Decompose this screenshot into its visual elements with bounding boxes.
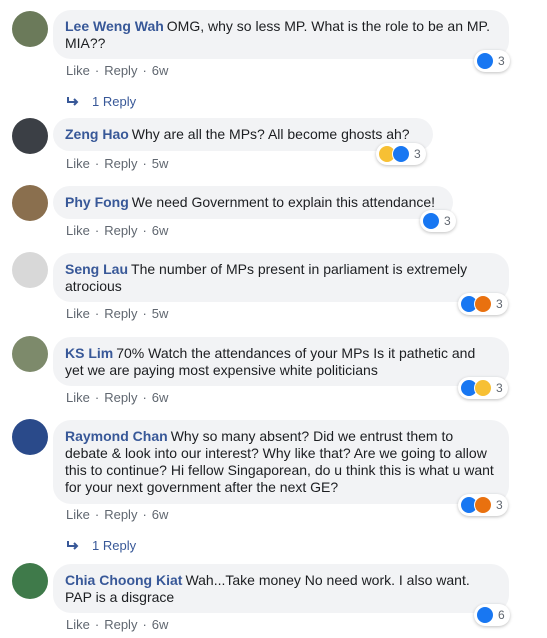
reply-link[interactable]: Reply	[104, 63, 137, 78]
reply-link[interactable]: Reply	[104, 306, 137, 321]
comment-bubble: Raymond Chan Why so many absent? Did we e…	[53, 420, 509, 504]
haha-icon	[474, 379, 492, 397]
timestamp[interactable]: 5w	[152, 306, 169, 321]
comment-bubble: Phy Fong We need Government to explain th…	[53, 186, 453, 219]
comment-actions: Like · Reply · 5w	[66, 156, 169, 171]
avatar[interactable]	[12, 563, 48, 599]
comment-bubble: Seng Lau The number of MPs present in par…	[53, 253, 509, 302]
comment-bubble: Chia Choong Kiat Wah...Take money No need…	[53, 564, 509, 613]
reaction-count: 3	[496, 297, 503, 311]
timestamp[interactable]: 5w	[152, 156, 169, 171]
avatar[interactable]	[12, 336, 48, 372]
avatar[interactable]	[12, 118, 48, 154]
comment-actions: Like · Reply · 6w	[66, 390, 169, 405]
like-link[interactable]: Like	[66, 390, 90, 405]
angry-icon	[474, 496, 492, 514]
comment-author[interactable]: Zeng Hao	[65, 126, 129, 142]
reaction-summary[interactable]: 3	[458, 377, 508, 399]
comment-text: Why are all the MPs? All become ghosts a…	[131, 126, 410, 142]
angry-icon	[474, 295, 492, 313]
comment-text: 70% Watch the attendances of your MPs Is…	[65, 345, 476, 378]
comment-author[interactable]: Phy Fong	[65, 194, 129, 210]
like-icon	[392, 145, 410, 163]
reaction-count: 3	[496, 381, 503, 395]
comment-author[interactable]: Seng Lau	[65, 261, 128, 277]
view-replies-link[interactable]: 1 Reply	[66, 94, 136, 109]
reaction-summary[interactable]: 3	[458, 293, 508, 315]
comment-actions: Like · Reply · 6w	[66, 507, 169, 522]
reply-arrow-icon	[67, 96, 79, 106]
avatar[interactable]	[12, 419, 48, 455]
comment-actions: Like · Reply · 6w	[66, 617, 169, 632]
comment-text: We need Government to explain this atten…	[131, 194, 436, 210]
view-replies-link[interactable]: 1 Reply	[66, 538, 136, 553]
timestamp[interactable]: 6w	[152, 617, 169, 632]
view-replies-label: 1 Reply	[92, 538, 137, 553]
like-link[interactable]: Like	[66, 306, 90, 321]
like-icon	[422, 212, 440, 230]
comment-author[interactable]: Chia Choong Kiat	[65, 572, 182, 588]
reply-link[interactable]: Reply	[104, 390, 137, 405]
comment-actions: Like · Reply · 5w	[66, 306, 169, 321]
comment-bubble: KS Lim 70% Watch the attendances of your …	[53, 337, 509, 386]
timestamp[interactable]: 6w	[152, 507, 169, 522]
timestamp[interactable]: 6w	[152, 390, 169, 405]
timestamp[interactable]: 6w	[152, 63, 169, 78]
like-icon	[476, 52, 494, 70]
reaction-summary[interactable]: 3	[474, 50, 510, 72]
reaction-summary[interactable]: 6	[474, 604, 510, 626]
avatar[interactable]	[12, 185, 48, 221]
reaction-summary[interactable]: 3	[458, 494, 508, 516]
reaction-count: 3	[496, 498, 503, 512]
like-link[interactable]: Like	[66, 63, 90, 78]
view-replies-label: 1 Reply	[92, 94, 137, 109]
reply-link[interactable]: Reply	[104, 507, 137, 522]
reply-link[interactable]: Reply	[104, 223, 137, 238]
reaction-count: 3	[498, 54, 505, 68]
reaction-count: 3	[444, 214, 451, 228]
like-link[interactable]: Like	[66, 507, 90, 522]
timestamp[interactable]: 6w	[152, 223, 169, 238]
comment-bubble: Zeng Hao Why are all the MPs? All become …	[53, 118, 433, 151]
reaction-summary[interactable]: 3	[420, 210, 456, 232]
reaction-summary[interactable]: 3	[376, 143, 426, 165]
like-link[interactable]: Like	[66, 617, 90, 632]
comment-actions: Like · Reply · 6w	[66, 63, 169, 78]
like-link[interactable]: Like	[66, 223, 90, 238]
comment-author[interactable]: Lee Weng Wah	[65, 18, 164, 34]
avatar[interactable]	[12, 252, 48, 288]
comment-author[interactable]: Raymond Chan	[65, 428, 168, 444]
comment-actions: Like · Reply · 6w	[66, 223, 169, 238]
reply-arrow-icon	[67, 540, 79, 550]
comment-author[interactable]: KS Lim	[65, 345, 113, 361]
comment-bubble: Lee Weng Wah OMG, why so less MP. What is…	[53, 10, 509, 59]
like-link[interactable]: Like	[66, 156, 90, 171]
reply-link[interactable]: Reply	[104, 617, 137, 632]
reaction-count: 6	[498, 608, 505, 622]
like-icon	[476, 606, 494, 624]
reaction-count: 3	[414, 147, 421, 161]
avatar[interactable]	[12, 11, 48, 47]
reply-link[interactable]: Reply	[104, 156, 137, 171]
